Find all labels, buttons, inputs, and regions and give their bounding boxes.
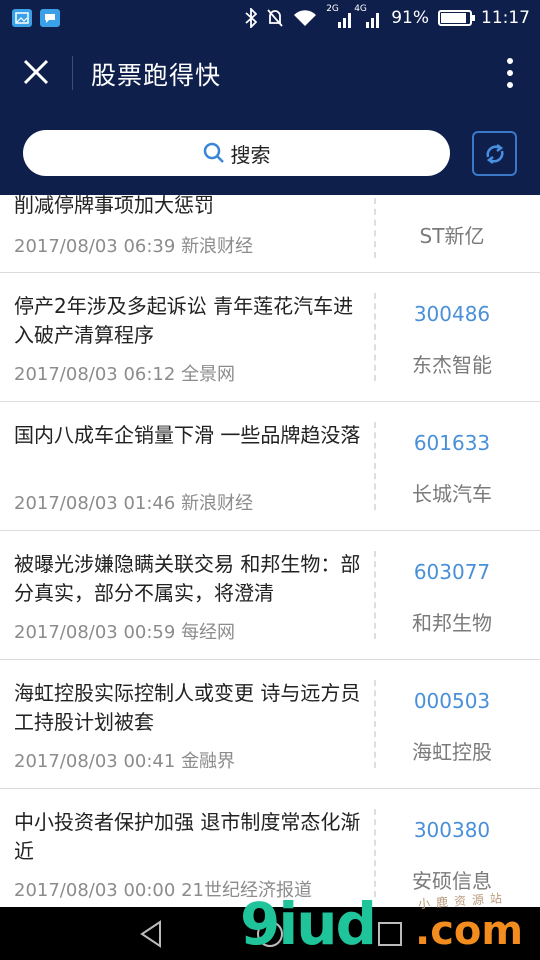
- app-header: 2G 4G 91% 11:17 股票跑得快 搜索: [0, 0, 540, 195]
- stock-code[interactable]: 300486: [376, 302, 528, 326]
- news-meta: 2017/08/03 00:41 金融界: [14, 751, 236, 772]
- signal-4g-label: 4G: [354, 4, 367, 14]
- wifi-icon: [293, 9, 317, 27]
- stock-code[interactable]: 300380: [376, 818, 528, 842]
- watermark-main: 9iud: [240, 890, 377, 958]
- back-nav-icon: [140, 920, 161, 948]
- battery-percent: 91%: [391, 8, 429, 28]
- refresh-button[interactable]: [472, 131, 517, 176]
- stock-name[interactable]: 和邦生物: [376, 607, 528, 636]
- stock-name[interactable]: 长城汽车: [376, 478, 528, 507]
- stock-code[interactable]: 601633: [376, 431, 528, 455]
- search-label: 搜索: [230, 142, 271, 167]
- news-meta: 2017/08/03 01:46 新浪财经: [14, 493, 254, 514]
- news-meta: 2017/08/03 06:39 新浪财经: [14, 236, 254, 257]
- news-item[interactable]: 被曝光涉嫌隐瞒关联交易 和邦生物：部分真实，部分不属实，将澄清 2017/08/…: [0, 531, 540, 660]
- news-headline: 削减停牌事项加大惩罚: [14, 195, 214, 217]
- search-input[interactable]: 搜索: [23, 130, 450, 176]
- close-icon: [23, 59, 49, 85]
- more-vertical-icon: [507, 58, 513, 88]
- refresh-icon: [485, 143, 504, 164]
- news-meta: 2017/08/03 06:12 全景网: [14, 364, 236, 385]
- news-headline: 中小投资者保护加强 退市制度常态化渐近: [14, 810, 361, 863]
- news-headline: 海虹控股实际控制人或变更 诗与远方员工持股计划被套: [14, 681, 361, 734]
- close-button[interactable]: [18, 54, 54, 90]
- status-bar: 2G 4G 91% 11:17: [0, 0, 540, 38]
- news-item[interactable]: 海虹控股实际控制人或变更 诗与远方员工持股计划被套 2017/08/03 00:…: [0, 660, 540, 789]
- signal-icon: 2G 4G: [326, 4, 382, 29]
- news-item[interactable]: 国内八成车企销量下滑 一些品牌趋没落 2017/08/03 01:46 新浪财经…: [0, 402, 540, 531]
- stock-name[interactable]: 海虹控股: [376, 736, 528, 765]
- chat-notification-icon: [40, 9, 60, 27]
- signal-2g-label: 2G: [326, 4, 339, 14]
- battery-icon: [438, 10, 475, 26]
- news-headline: 被曝光涉嫌隐瞒关联交易 和邦生物：部分真实，部分不属实，将澄清: [14, 552, 361, 605]
- news-meta: 2017/08/03 00:59 每经网: [14, 622, 236, 643]
- news-headline: 停产2年涉及多起诉讼 青年莲花汽车进入破产清算程序: [14, 294, 354, 347]
- news-item[interactable]: 削减停牌事项加大惩罚 2017/08/03 06:39 新浪财经 ST新亿: [0, 195, 540, 273]
- news-headline: 国内八成车企销量下滑 一些品牌趋没落: [14, 423, 361, 447]
- back-nav-button[interactable]: [136, 919, 166, 949]
- stock-name[interactable]: 东杰智能: [376, 349, 528, 378]
- watermark-suffix: .com: [415, 908, 524, 954]
- search-icon: [203, 142, 224, 163]
- battery-fill: [441, 13, 467, 23]
- news-item[interactable]: 停产2年涉及多起诉讼 青年莲花汽车进入破产清算程序 2017/08/03 06:…: [0, 273, 540, 402]
- stock-name[interactable]: ST新亿: [376, 220, 528, 249]
- title-divider: [72, 56, 73, 90]
- stock-code[interactable]: 603077: [376, 560, 528, 584]
- watermark: 9iud 小鹿资源站 .com: [240, 888, 540, 960]
- news-list: 削减停牌事项加大惩罚 2017/08/03 06:39 新浪财经 ST新亿 停产…: [0, 195, 540, 907]
- image-notification-icon: [12, 9, 32, 27]
- stock-code[interactable]: 000503: [376, 689, 528, 713]
- bluetooth-icon: [245, 8, 258, 28]
- page-title: 股票跑得快: [91, 61, 222, 90]
- clock: 11:17: [481, 8, 530, 28]
- title-bar: 股票跑得快: [0, 40, 540, 106]
- mute-icon: [266, 8, 284, 28]
- more-options-button[interactable]: [500, 54, 520, 92]
